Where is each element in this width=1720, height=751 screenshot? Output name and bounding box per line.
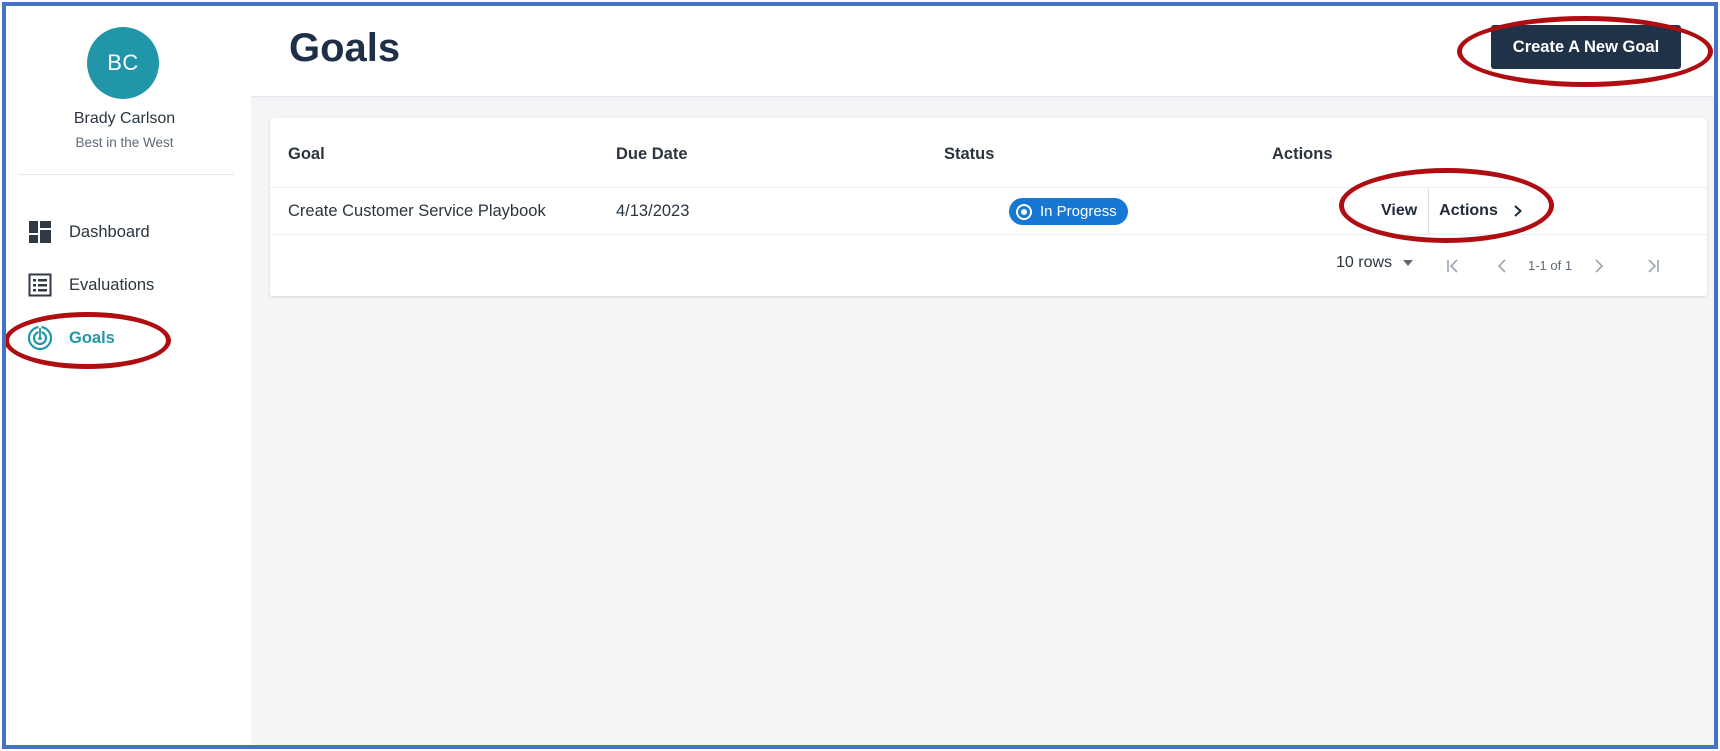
- actions-label: Actions: [1439, 202, 1498, 219]
- row-actions: View Actions: [1370, 188, 1524, 234]
- dashboard-icon: [26, 218, 54, 246]
- column-header-due-date[interactable]: Due Date: [616, 145, 688, 164]
- first-page-icon[interactable]: [1442, 255, 1464, 277]
- target-icon: [26, 324, 54, 352]
- pagination: 10 rows 1-1 of 1: [270, 251, 1707, 281]
- previous-page-icon[interactable]: [1491, 255, 1513, 277]
- column-header-actions: Actions: [1272, 145, 1333, 163]
- due-date: 4/13/2023: [616, 202, 690, 220]
- rows-per-page-select[interactable]: 10 rows: [1336, 254, 1414, 272]
- user-name: Brady Carlson: [73, 110, 176, 127]
- sidebar-item-label: Dashboard: [69, 222, 150, 241]
- actions-menu-button[interactable]: Actions: [1429, 188, 1524, 234]
- page-header: Goals Create A New Goal: [251, 6, 1714, 97]
- create-goal-button[interactable]: Create A New Goal: [1491, 25, 1681, 69]
- list-icon: [26, 271, 54, 299]
- sidebar-item-dashboard[interactable]: Dashboard: [26, 214, 150, 250]
- table-header: Goal Due Date Status Actions: [270, 118, 1707, 188]
- user-subtitle: Best in the West: [75, 135, 174, 150]
- caret-down-icon: [1402, 259, 1414, 267]
- column-header-status[interactable]: Status: [944, 145, 994, 164]
- status-badge: In Progress: [1009, 198, 1128, 225]
- column-header-goal[interactable]: Goal: [288, 145, 325, 164]
- sidebar-item-evaluations[interactable]: Evaluations: [26, 267, 154, 303]
- rows-per-page-value: 10 rows: [1336, 254, 1393, 271]
- sidebar-divider: [18, 174, 234, 175]
- next-page-icon[interactable]: [1588, 255, 1610, 277]
- goal-name: Create Customer Service Playbook: [288, 202, 546, 220]
- main-content: Goals Create A New Goal Goal Due Date St…: [251, 6, 1714, 745]
- view-button[interactable]: View: [1370, 188, 1430, 234]
- status-label: In Progress: [1040, 203, 1117, 220]
- page-range: 1-1 of 1: [1528, 258, 1573, 273]
- page-title: Goals: [289, 26, 401, 70]
- last-page-icon[interactable]: [1642, 255, 1664, 277]
- sidebar: BC Brady Carlson Best in the West Dashbo…: [6, 6, 251, 745]
- app-window: BC Brady Carlson Best in the West Dashbo…: [2, 2, 1718, 749]
- sidebar-item-label: Goals: [69, 328, 115, 347]
- table-row[interactable]: Create Customer Service Playbook 4/13/20…: [270, 188, 1707, 235]
- sidebar-item-label: Evaluations: [69, 275, 155, 294]
- chevron-right-icon: [1512, 205, 1524, 217]
- in-progress-icon: [1015, 203, 1033, 221]
- sidebar-item-goals[interactable]: Goals: [26, 320, 115, 356]
- avatar[interactable]: BC: [87, 27, 159, 99]
- goals-table: Goal Due Date Status Actions Create Cust…: [270, 118, 1707, 296]
